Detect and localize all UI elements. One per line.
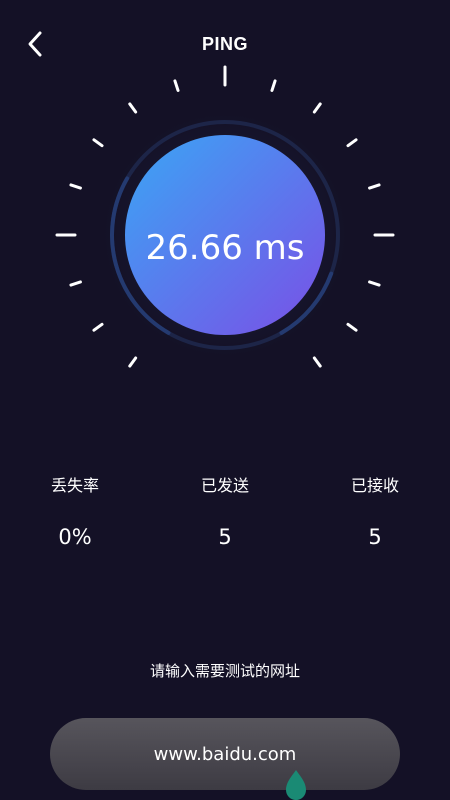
stat-received: 已接收 5 bbox=[300, 472, 450, 552]
sent-value: 5 bbox=[218, 525, 232, 549]
url-prompt: 请输入需要测试的网址 bbox=[149, 662, 300, 680]
sent-label: 已发送 bbox=[200, 476, 249, 495]
loss-label: 丢失率 bbox=[50, 476, 99, 495]
gauge-tick bbox=[312, 356, 322, 368]
gauge-tick bbox=[346, 322, 358, 332]
loss-value: 0% bbox=[58, 525, 92, 549]
stat-sent: 已发送 5 bbox=[150, 472, 300, 552]
gauge-tick bbox=[92, 322, 104, 332]
gauge-tick bbox=[270, 79, 277, 92]
gauge-tick bbox=[92, 138, 104, 148]
received-value: 5 bbox=[368, 525, 382, 549]
gauge-tick bbox=[346, 138, 358, 148]
gauge-tick bbox=[69, 280, 82, 287]
gauge-tick bbox=[368, 183, 381, 190]
gauge-tick bbox=[173, 79, 180, 92]
gauge-tick bbox=[128, 102, 138, 114]
gauge-tick bbox=[69, 183, 82, 190]
stats-row: 丢失率 0% 已发送 5 已接收 5 bbox=[0, 472, 450, 562]
url-input-value[interactable]: www.baidu.com bbox=[154, 744, 297, 765]
received-label: 已接收 bbox=[350, 476, 399, 495]
gauge-tick bbox=[128, 356, 138, 368]
gauge-tick bbox=[368, 280, 381, 287]
gauge-tick bbox=[312, 102, 322, 114]
gauge-center-disc bbox=[125, 135, 325, 335]
url-input[interactable]: www.baidu.com bbox=[50, 718, 400, 790]
ping-gauge bbox=[0, 60, 450, 420]
page-title: PING bbox=[201, 34, 248, 54]
ping-screen: PING 26.66 ms 丢失率 0% 已发送 5 已接收 5 请输入需要测试… bbox=[0, 0, 450, 800]
text-cursor-handle-icon[interactable] bbox=[284, 766, 308, 800]
stat-loss: 丢失率 0% bbox=[0, 472, 150, 552]
